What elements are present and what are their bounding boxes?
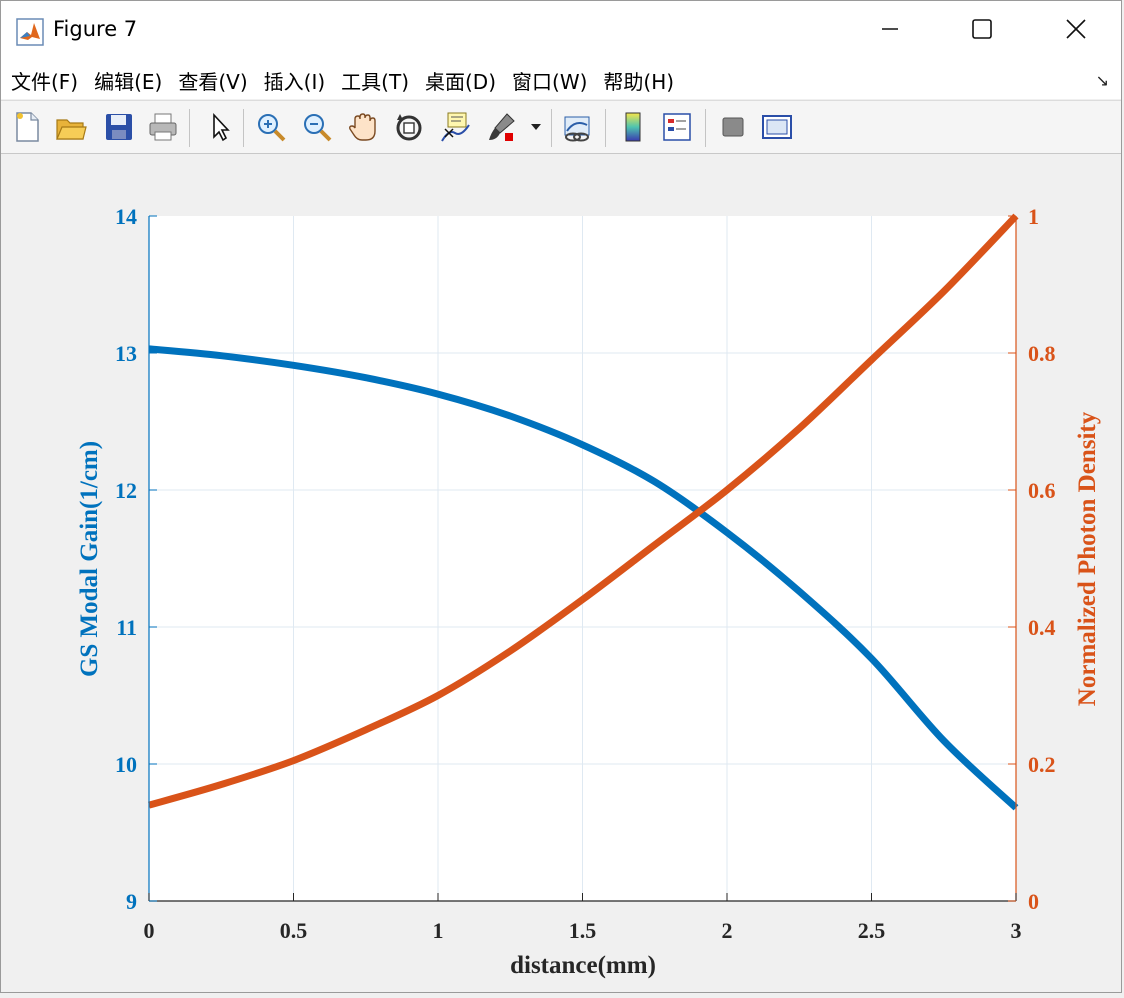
left-tick-label: 9	[126, 889, 137, 914]
left-tick-label: 12	[115, 478, 137, 503]
right-axis-label: Normalized Photon Density	[1074, 411, 1101, 706]
minimize-icon	[880, 19, 900, 43]
left-axis-label: GS Modal Gain(1/cm)	[76, 441, 103, 677]
open-file-icon[interactable]	[53, 109, 89, 145]
matlab-logo-icon	[16, 18, 44, 46]
show-plot-tools-icon[interactable]	[759, 109, 795, 145]
menu-bar: 文件(F) 编辑(E) 查看(V) 插入(I) 工具(T) 桌面(D) 窗口(W…	[1, 61, 1121, 99]
legend-icon[interactable]	[659, 109, 695, 145]
right-tick-label: 0	[1028, 889, 1039, 914]
toolbar-separator	[605, 109, 606, 147]
figure-canvas: 0 0.5 1 1.5 2 2.5 3 9 10 11 12 13 14 0 0.2 0.4 0.6 0.8 1 d…	[1, 153, 1123, 994]
menu-view[interactable]: 查看(V)	[178, 66, 247, 95]
minimize-button[interactable]	[867, 9, 913, 53]
menu-insert[interactable]: 插入(I)	[264, 66, 326, 95]
x-tick-label: 3	[1011, 918, 1022, 943]
x-tick-label: 2	[722, 918, 733, 943]
right-tick-label: 1	[1028, 204, 1039, 229]
x-tick-label: 1	[433, 918, 444, 943]
close-icon	[1065, 18, 1087, 44]
pan-hand-icon[interactable]	[345, 109, 381, 145]
zoom-in-icon[interactable]	[253, 109, 289, 145]
brush-icon[interactable]	[483, 109, 519, 145]
menu-help[interactable]: 帮助(H)	[603, 66, 674, 95]
zoom-out-icon[interactable]	[299, 109, 335, 145]
menu-edit[interactable]: 编辑(E)	[94, 66, 162, 95]
brush-dropdown-icon[interactable]	[525, 109, 547, 145]
x-axis-label: distance(mm)	[510, 952, 656, 979]
window-title: Figure 7	[53, 17, 138, 41]
toolbar-separator	[705, 109, 706, 147]
x-tick-label: 0.5	[280, 918, 308, 943]
left-tick-label: 13	[115, 341, 137, 366]
menu-file[interactable]: 文件(F)	[11, 66, 78, 95]
print-icon[interactable]	[145, 109, 181, 145]
title-bar[interactable]: Figure 7	[1, 1, 1121, 61]
dual-axis-line-chart[interactable]: 0 0.5 1 1.5 2 2.5 3 9 10 11 12 13 14 0 0.2 0.4 0.6 0.8 1 d…	[1, 153, 1123, 994]
toolbar-separator	[189, 109, 190, 147]
left-tick-label: 11	[116, 615, 137, 640]
data-cursor-icon[interactable]	[437, 109, 473, 145]
save-icon[interactable]	[101, 109, 137, 145]
right-tick-label: 0.2	[1028, 752, 1056, 777]
left-tick-label: 10	[115, 752, 137, 777]
right-tick-label: 0.8	[1028, 341, 1056, 366]
rotate-3d-icon[interactable]	[391, 109, 427, 145]
menu-desktop[interactable]: 桌面(D)	[425, 66, 496, 95]
new-figure-icon[interactable]	[9, 109, 45, 145]
toolbar-separator	[243, 109, 244, 147]
x-tick-label: 2.5	[858, 918, 886, 943]
figure-toolbar	[1, 100, 1121, 154]
figure-window: Figure 7 文件(F) 编辑(E) 查看(V) 插入(I) 工具(T) 桌…	[0, 0, 1122, 993]
x-tick-label: 0	[144, 918, 155, 943]
dock-arrow-icon[interactable]: ↘	[1096, 71, 1109, 90]
maximize-button[interactable]	[959, 9, 1005, 53]
link-plot-icon[interactable]	[559, 109, 595, 145]
right-tick-label: 0.4	[1028, 615, 1056, 640]
colorbar-icon[interactable]	[615, 109, 651, 145]
close-button[interactable]	[1053, 9, 1099, 53]
toolbar-separator	[551, 109, 552, 147]
x-tick-label: 1.5	[569, 918, 597, 943]
menu-window[interactable]: 窗口(W)	[512, 66, 587, 95]
hide-plot-tools-icon[interactable]	[715, 109, 751, 145]
maximize-icon	[971, 18, 993, 44]
select-arrow-icon[interactable]	[201, 109, 237, 145]
right-tick-label: 0.6	[1028, 478, 1056, 503]
left-tick-label: 14	[115, 204, 137, 229]
menu-tools[interactable]: 工具(T)	[341, 66, 409, 95]
